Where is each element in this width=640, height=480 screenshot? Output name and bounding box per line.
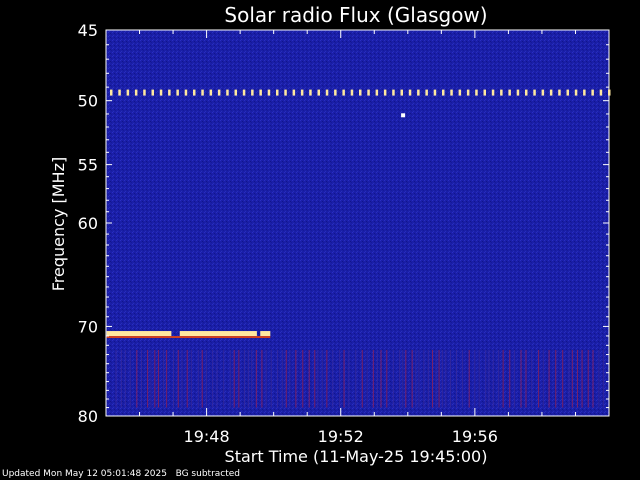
feature-49mhz-dash — [234, 89, 237, 96]
feature-49mhz-dash — [209, 89, 213, 96]
feature-49mhz-dash — [508, 89, 511, 96]
feature-49mhz-dash — [350, 89, 354, 96]
y-tick-label: 60 — [78, 214, 98, 233]
feature-49mhz-dash — [516, 89, 520, 96]
feature-49mhz-dash — [134, 89, 138, 96]
feature-49mhz-dash — [276, 89, 279, 96]
footer: Updated Mon May 12 05:01:48 2025 BG subt… — [2, 469, 240, 479]
x-tick-label: 19:56 — [452, 427, 498, 446]
feature-49mhz-dash — [176, 89, 179, 96]
y-tick-label: 50 — [78, 92, 98, 111]
feature-49mhz-dash — [292, 89, 296, 96]
feature-point — [401, 113, 406, 118]
feature-49mhz-dash — [359, 89, 362, 96]
x-tick-label: 19:52 — [318, 427, 364, 446]
plot-area — [105, 29, 611, 417]
feature-49mhz-dash — [541, 89, 545, 96]
feature-70mhz-band — [106, 331, 172, 337]
footer-bg-note: BG subtracted — [175, 469, 241, 479]
feature-49mhz-dash — [168, 89, 171, 96]
feature-49mhz-dash — [475, 89, 478, 96]
feature-49mhz-dash — [525, 89, 528, 96]
feature-49mhz-dash — [184, 89, 188, 96]
x-tick-label: 19:48 — [184, 427, 230, 446]
feature-49mhz-dash — [143, 89, 146, 96]
feature-49mhz-dash — [193, 89, 196, 96]
feature-49mhz-dash — [483, 89, 486, 96]
feature-49mhz-dash — [259, 89, 262, 96]
feature-49mhz-dash — [118, 89, 121, 96]
y-tick-label: 70 — [78, 317, 98, 336]
feature-49mhz-dash — [126, 89, 130, 96]
feature-49mhz-dash — [433, 89, 437, 96]
feature-49mhz-dash — [425, 89, 428, 96]
feature-70mhz-band-edge — [106, 336, 271, 339]
feature-49mhz-dash — [408, 89, 412, 96]
feature-49mhz-dash — [309, 89, 312, 96]
feature-49mhz-dash — [533, 89, 536, 96]
feature-49mhz-dash — [591, 89, 594, 96]
feature-49mhz-dash — [159, 89, 163, 96]
feature-49mhz-dash — [201, 89, 204, 96]
feature-49mhz-dash — [242, 89, 246, 96]
feature-49mhz-dash — [500, 89, 503, 96]
feature-49mhz-dash — [491, 89, 495, 96]
feature-49mhz-dash — [325, 89, 329, 96]
plot-background — [105, 29, 610, 417]
y-tick-label: 45 — [78, 21, 98, 40]
feature-49mhz-dash — [458, 89, 462, 96]
feature-49mhz-dash — [383, 89, 387, 96]
feature-49mhz-dash — [599, 89, 603, 96]
feature-49mhz-dash — [375, 89, 379, 96]
feature-49mhz-dash — [367, 89, 370, 96]
feature-49mhz-dash — [267, 89, 271, 96]
feature-49mhz-dash — [334, 89, 337, 96]
chart-title: Solar radio Flux (Glasgow) — [224, 3, 487, 27]
feature-49mhz-dash — [400, 89, 403, 96]
feature-49mhz-dash — [151, 89, 154, 96]
feature-49mhz-dash — [549, 89, 553, 96]
feature-49mhz-dash — [466, 89, 470, 96]
y-axis-label: Frequency [MHz] — [49, 157, 68, 291]
x-axis-label: Start Time (11-May-25 19:45:00) — [225, 447, 488, 466]
feature-70mhz-band — [260, 331, 271, 337]
feature-49mhz-dash — [300, 89, 304, 96]
feature-49mhz-dash — [317, 89, 320, 96]
feature-49mhz-dash — [566, 89, 569, 96]
feature-49mhz-dash — [583, 89, 586, 96]
feature-49mhz-dash — [417, 89, 420, 96]
feature-49mhz-dash — [110, 89, 113, 96]
feature-49mhz-dash — [392, 89, 395, 96]
y-tick-label: 80 — [78, 407, 98, 426]
footer-updated: Updated Mon May 12 05:01:48 2025 — [2, 469, 167, 479]
feature-49mhz-dash — [217, 89, 221, 96]
feature-49mhz-dash — [574, 89, 578, 96]
feature-49mhz-dash — [251, 89, 254, 96]
feature-49mhz-dash — [226, 89, 229, 96]
feature-49mhz-dash — [608, 89, 611, 96]
feature-49mhz-dash — [558, 89, 561, 96]
y-tick-label: 55 — [78, 156, 98, 175]
feature-70mhz-band — [179, 331, 257, 337]
feature-49mhz-dash — [342, 89, 345, 96]
spectrogram-chart: Solar radio Flux (Glasgow) 455055607080 … — [49, 3, 611, 466]
feature-49mhz-dash — [284, 89, 287, 96]
feature-49mhz-dash — [442, 89, 445, 96]
feature-49mhz-dash — [450, 89, 453, 96]
